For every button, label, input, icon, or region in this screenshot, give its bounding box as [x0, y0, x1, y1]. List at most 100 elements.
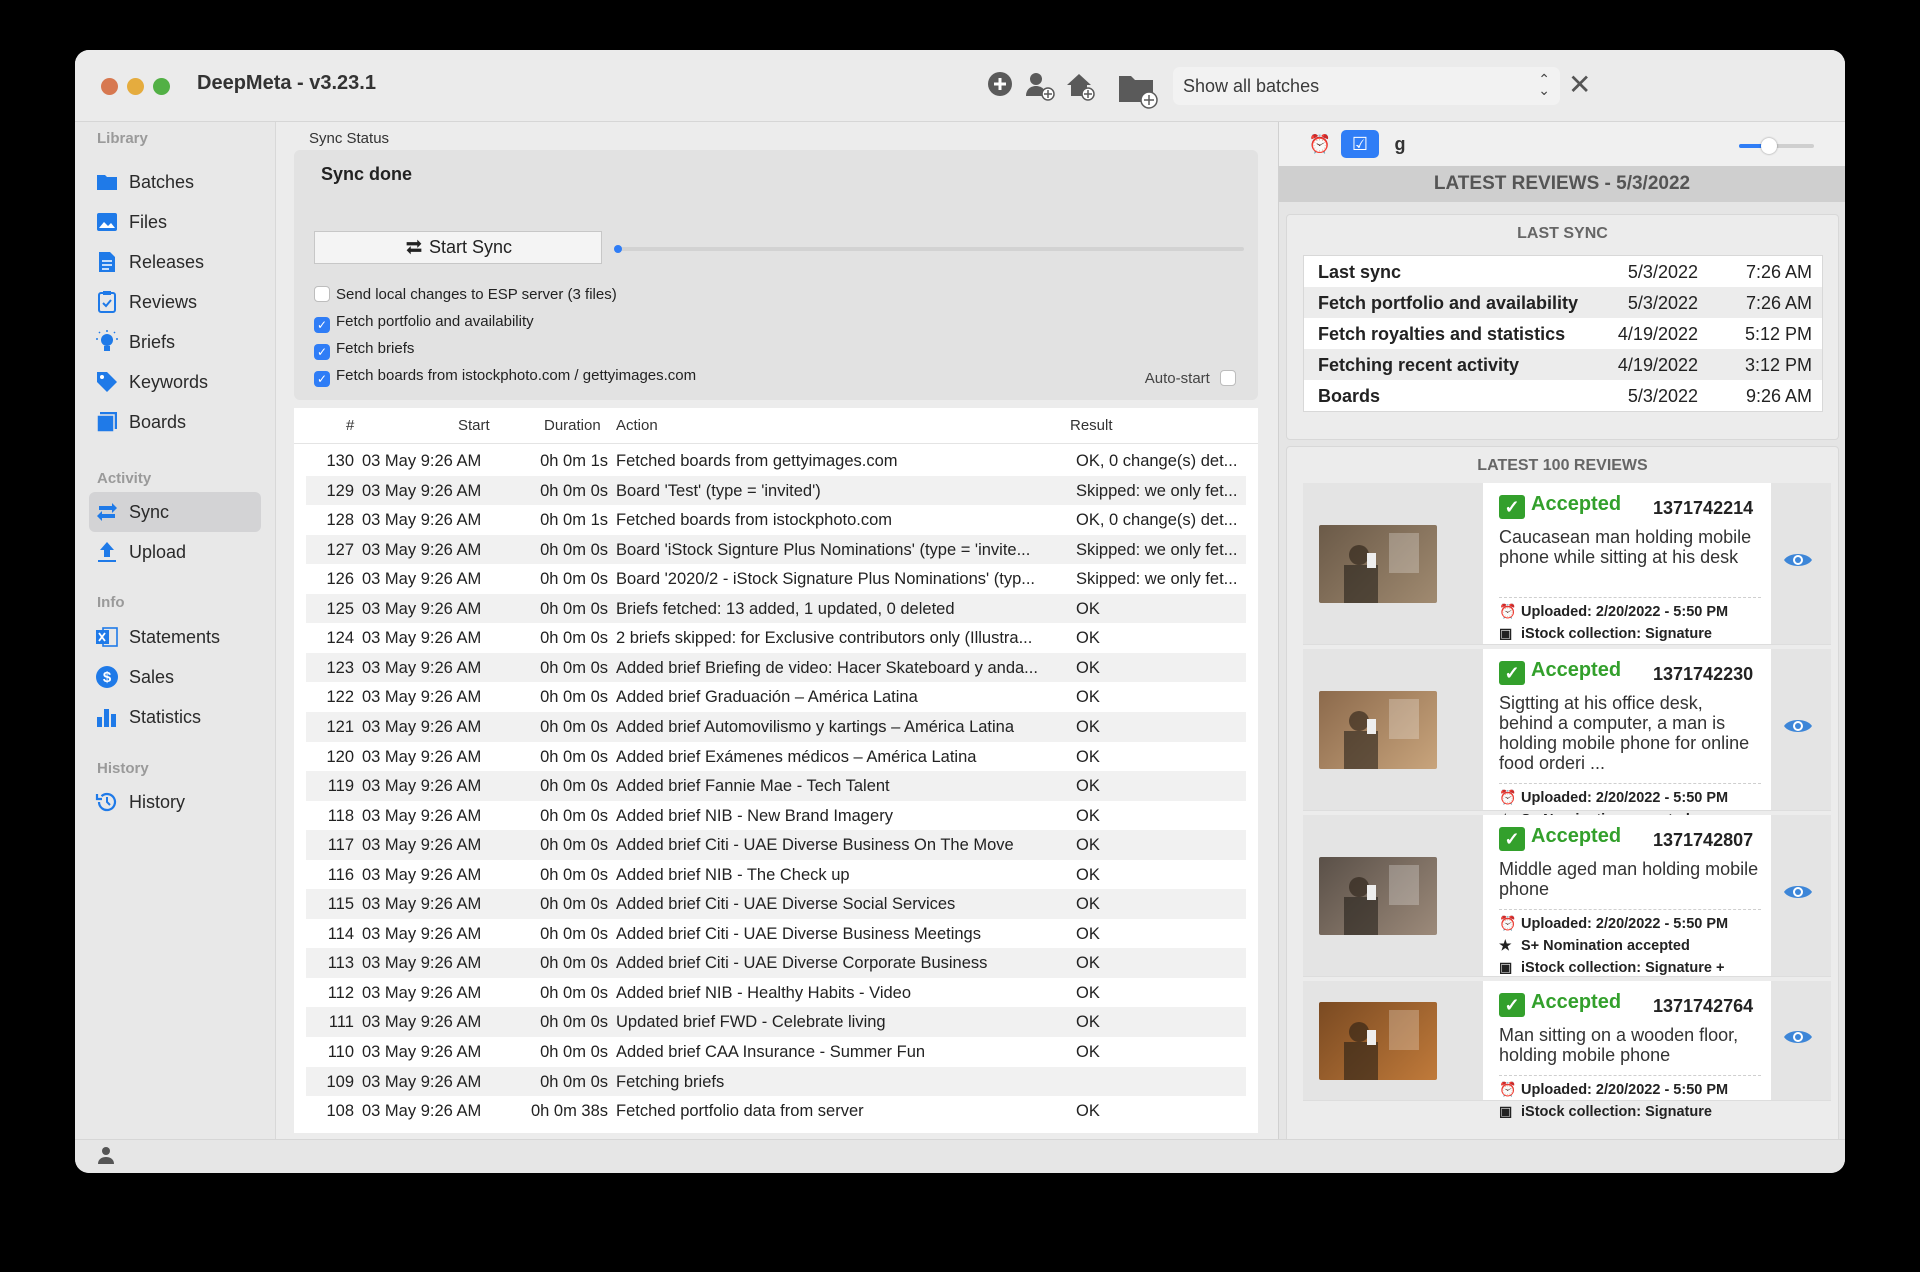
- option-send-local-changes[interactable]: Send local changes to ESP server (3 file…: [314, 286, 617, 303]
- table-row[interactable]: 120 03 May 9:26 AM 0h 0m 0s Added brief Exá…: [306, 742, 1246, 772]
- getty-g-icon[interactable]: g: [1381, 130, 1419, 158]
- cell-result: OK: [1076, 865, 1100, 884]
- review-card[interactable]: ✓ Accepted 1371742807 Middle aged man hol…: [1303, 815, 1831, 977]
- column-header-action[interactable]: Action: [616, 417, 658, 434]
- check-icon: ✓: [1499, 661, 1525, 685]
- table-row[interactable]: 114 03 May 9:26 AM 0h 0m 0s Added brief Cit…: [306, 919, 1246, 949]
- table-row[interactable]: 121 03 May 9:26 AM 0h 0m 0s Added brief Aut…: [306, 711, 1246, 742]
- column-header-start[interactable]: Start: [458, 417, 490, 434]
- eye-icon[interactable]: [1783, 716, 1813, 742]
- eye-icon[interactable]: [1783, 550, 1813, 576]
- option-label: Fetch boards from istockphoto.com / gett…: [336, 367, 697, 384]
- table-row[interactable]: 109 03 May 9:26 AM 0h 0m 0s Fetching briefs: [306, 1066, 1246, 1097]
- review-thumbnail[interactable]: [1319, 691, 1437, 769]
- sidebar-item-boards[interactable]: Boards: [89, 402, 261, 442]
- cell-num: 129: [326, 481, 354, 500]
- option-fetch-briefs[interactable]: ✓ Fetch briefs: [314, 340, 414, 360]
- add-folder-icon[interactable]: [1117, 70, 1161, 109]
- table-row[interactable]: 111 03 May 9:26 AM 0h 0m 0s Updated brief F…: [306, 1007, 1246, 1038]
- sidebar-item-statistics[interactable]: Statistics: [89, 697, 261, 737]
- clock-icon: ⏰: [1499, 789, 1517, 805]
- review-card[interactable]: ✓ Accepted 1371742764 Man sitting on a wo…: [1303, 981, 1831, 1120]
- sidebar-item-upload[interactable]: Upload: [89, 532, 261, 572]
- review-card[interactable]: ✓ Accepted 1371742214 Caucasean man holdi…: [1303, 483, 1831, 645]
- start-sync-button[interactable]: Start Sync: [314, 231, 602, 264]
- table-row[interactable]: 127 03 May 9:26 AM 0h 0m 0s Board 'iStock S…: [306, 534, 1246, 565]
- cell-start: 03 May 9:26 AM: [362, 481, 482, 500]
- table-row[interactable]: 117 03 May 9:26 AM 0h 0m 0s Added brief Cit…: [306, 830, 1246, 860]
- table-row[interactable]: 123 03 May 9:26 AM 0h 0m 0s Added brief Bri…: [306, 652, 1246, 683]
- review-thumbnail[interactable]: [1319, 1002, 1437, 1080]
- table-row[interactable]: 112 03 May 9:26 AM 0h 0m 0s Added brief NIB…: [306, 978, 1246, 1008]
- table-row[interactable]: 119 03 May 9:26 AM 0h 0m 0s Added brief Fan…: [306, 771, 1246, 801]
- sidebar-item-keywords[interactable]: Keywords: [89, 362, 261, 402]
- cell-result: OK: [1076, 895, 1100, 914]
- last-sync-date: 5/3/2022: [1627, 293, 1698, 313]
- clipboard-check-icon[interactable]: ☑: [1341, 130, 1379, 158]
- review-status-text: Accepted: [1531, 659, 1622, 681]
- review-thumbnail[interactable]: [1319, 857, 1437, 935]
- eye-icon[interactable]: [1783, 1027, 1813, 1053]
- sidebar-item-sync[interactable]: Sync: [89, 492, 261, 532]
- column-header-duration[interactable]: Duration: [544, 417, 601, 434]
- cell-start: 03 May 9:26 AM: [362, 924, 482, 943]
- review-thumbnail[interactable]: [1319, 525, 1437, 603]
- user-icon[interactable]: [97, 1146, 115, 1169]
- sidebar-item-history[interactable]: History: [89, 782, 261, 822]
- option-fetch-boards[interactable]: ✓ Fetch boards from istockphoto.com / get…: [314, 367, 696, 387]
- add-user-icon[interactable]: [1023, 70, 1057, 104]
- checkbox[interactable]: [314, 286, 330, 302]
- review-card[interactable]: ✓ Accepted 1371742230 Sigtting at his off…: [1303, 649, 1831, 850]
- review-status: ✓ Accepted: [1499, 825, 1621, 851]
- sidebar-item-label: Statements: [129, 627, 221, 647]
- table-row[interactable]: 129 03 May 9:26 AM 0h 0m 0s Board 'Test' (t…: [306, 475, 1246, 506]
- checkbox-checked[interactable]: ✓: [314, 371, 330, 387]
- table-row[interactable]: 113 03 May 9:26 AM 0h 0m 0s Added brief Cit…: [306, 948, 1246, 978]
- table-row[interactable]: 115 03 May 9:26 AM 0h 0m 0s Added brief Cit…: [306, 889, 1246, 919]
- batch-select[interactable]: Show all batches ⌃ ⌄: [1173, 67, 1560, 105]
- table-row[interactable]: 116 03 May 9:26 AM 0h 0m 0s Added brief NIB…: [306, 860, 1246, 890]
- option-fetch-portfolio[interactable]: ✓ Fetch portfolio and availability: [314, 313, 534, 333]
- sidebar-item-sales[interactable]: $ Sales: [89, 657, 261, 697]
- table-row[interactable]: 110 03 May 9:26 AM 0h 0m 0s Added brief CAA…: [306, 1037, 1246, 1067]
- zoom-slider[interactable]: [1739, 138, 1814, 154]
- cell-action: Added brief Citi - UAE Diverse Business …: [616, 924, 981, 943]
- sidebar-item-releases[interactable]: Releases: [89, 242, 261, 282]
- sidebar-item-statements[interactable]: Statements: [89, 617, 261, 657]
- zoom-window-button[interactable]: [153, 78, 170, 95]
- sidebar-item-batches[interactable]: Batches: [89, 162, 261, 202]
- table-row[interactable]: 125 03 May 9:26 AM 0h 0m 0s Briefs fetched:…: [306, 593, 1246, 624]
- table-row[interactable]: 126 03 May 9:26 AM 0h 0m 0s Board '2020/2 -…: [306, 564, 1246, 594]
- close-icon[interactable]: ✕: [1568, 68, 1591, 101]
- auto-start-label: Auto-start: [1144, 370, 1210, 387]
- cell-dur: 0h 0m 0s: [540, 954, 608, 973]
- sidebar-item-files[interactable]: Files: [89, 202, 261, 242]
- table-row[interactable]: 128 03 May 9:26 AM 0h 0m 1s Fetched boards …: [306, 505, 1246, 535]
- add-circle-icon[interactable]: [983, 70, 1017, 104]
- cell-result: OK, 0 change(s) det...: [1076, 452, 1238, 470]
- sidebar-item-reviews[interactable]: Reviews: [89, 282, 261, 322]
- column-header-num[interactable]: #: [346, 417, 354, 434]
- cell-action: Added brief Citi - UAE Diverse Business …: [616, 836, 1014, 855]
- column-header-result[interactable]: Result: [1070, 417, 1113, 434]
- table-row[interactable]: 122 03 May 9:26 AM 0h 0m 0s Added brief Gra…: [306, 682, 1246, 712]
- slider-knob[interactable]: [1761, 138, 1777, 154]
- cell-num: 114: [327, 924, 354, 943]
- table-row[interactable]: 118 03 May 9:26 AM 0h 0m 0s Added brief NIB…: [306, 801, 1246, 831]
- sidebar: Library Batches Files Releases Reviews B…: [75, 122, 276, 1139]
- checkbox-checked[interactable]: ✓: [314, 344, 330, 360]
- table-row[interactable]: 124 03 May 9:26 AM 0h 0m 0s 2 briefs skippe…: [306, 623, 1246, 653]
- last-sync-time: 7:26 AM: [1745, 293, 1812, 313]
- checkbox-checked[interactable]: ✓: [314, 317, 330, 333]
- minimize-window-button[interactable]: [127, 78, 144, 95]
- add-home-icon[interactable]: [1063, 70, 1097, 104]
- sidebar-item-briefs[interactable]: Briefs: [89, 322, 261, 362]
- alarm-clock-icon[interactable]: ⏰: [1301, 130, 1339, 158]
- close-window-button[interactable]: [101, 78, 118, 95]
- auto-start-option[interactable]: Auto-start: [1145, 370, 1236, 387]
- table-row[interactable]: 130 03 May 9:26 AM 0h 0m 1s Fetched boards …: [306, 446, 1246, 476]
- cell-dur: 0h 0m 0s: [540, 983, 608, 1002]
- table-row[interactable]: 108 03 May 9:26 AM 0h 0m 38s Fetched portfo…: [306, 1096, 1246, 1126]
- eye-icon[interactable]: [1783, 882, 1813, 908]
- auto-start-checkbox[interactable]: [1220, 370, 1236, 386]
